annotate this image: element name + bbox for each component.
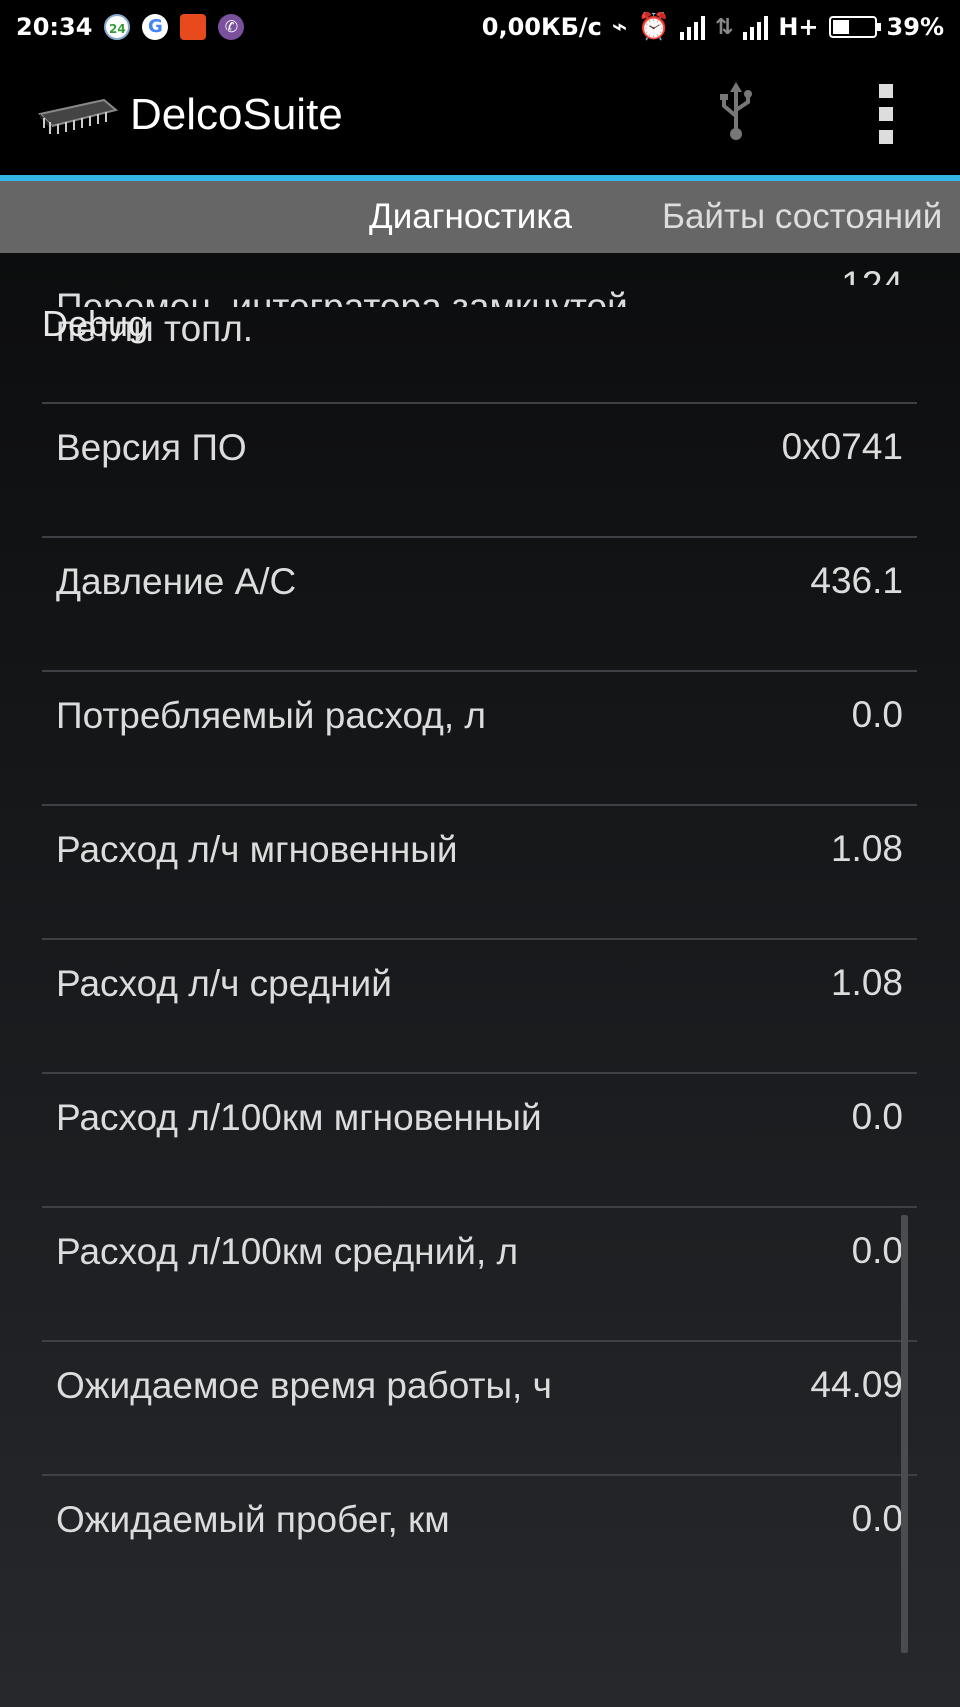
row-value: 124	[841, 264, 903, 285]
tab-status-bytes[interactable]: Байты состояний	[662, 181, 942, 253]
row-label: Расход л/100км средний, л	[56, 1231, 519, 1272]
tab-bar: Диагностика Байты состояний	[0, 181, 960, 253]
row-label: Расход л/100км мгновенный	[56, 1097, 542, 1138]
list-item[interactable]: Ожидаемое время работы, ч 44.09	[42, 1342, 917, 1476]
row-value: 0.0	[851, 1498, 903, 1539]
battery-percent: 39%	[886, 13, 944, 41]
battery-icon	[828, 16, 881, 38]
status-time: 20:34	[16, 13, 93, 41]
row-label: Давление A/C	[56, 561, 297, 602]
content-area: Debug Перемен. интегратора замкнутой пет…	[0, 253, 960, 1707]
signal-icon	[743, 14, 769, 40]
row-label: Версия ПО	[56, 427, 247, 468]
row-label: Потребляемый расход, л	[56, 695, 486, 736]
alarm-icon: ⏰	[637, 12, 670, 42]
viber-icon: ✆	[218, 14, 245, 40]
row-value: 1.08	[830, 962, 903, 1003]
network-speed: 0,00КБ/с	[481, 13, 602, 41]
list-item[interactable]: Потребляемый расход, л 0.0	[42, 672, 917, 806]
list-item[interactable]: Версия ПО 0x0741	[42, 404, 917, 538]
app-title: DelcoSuite	[130, 90, 343, 139]
row-label: Расход л/ч средний	[56, 963, 392, 1004]
status-bar-right: 0,00КБ/с ⌁ ⏰ ⇅ H+ 39%	[482, 12, 960, 42]
overflow-menu-icon[interactable]	[874, 84, 898, 144]
action-bar: DelcoSuite	[0, 54, 960, 176]
signal-icon	[679, 14, 705, 40]
parameter-list[interactable]: Перемен. интегратора замкнутой петли топ…	[42, 264, 917, 1610]
row-value: 436.1	[810, 560, 903, 601]
row-value: 0x0741	[781, 426, 903, 467]
aliexpress-icon	[180, 14, 207, 40]
list-item[interactable]: Ожидаемый пробег, км 0.0	[42, 1476, 917, 1610]
list-item[interactable]: Расход л/ч средний 1.08	[42, 940, 917, 1074]
row-value: 0.0	[851, 694, 903, 735]
network-type: H+	[778, 13, 819, 41]
tab-diagnostics[interactable]: Диагностика	[369, 181, 572, 253]
chip-icon	[34, 92, 119, 138]
vibrate-off-icon: ⌁	[611, 12, 628, 42]
list-item[interactable]: Перемен. интегратора замкнутой петли топ…	[42, 264, 917, 404]
data-transfer-icon: ⇅	[714, 14, 734, 40]
google-icon: G	[142, 14, 169, 40]
scrollbar[interactable]	[901, 1215, 908, 1653]
row-label: Расход л/ч мгновенный	[56, 829, 458, 870]
row-value: 0.0	[851, 1096, 903, 1137]
row-label: Ожидаемое время работы, ч	[56, 1365, 552, 1406]
debug-label: Debug	[42, 303, 149, 344]
row-value: 1.08	[830, 828, 903, 869]
list-item[interactable]: Расход л/ч мгновенный 1.08	[42, 806, 917, 940]
status-bar: 20:34 24 G ✆ 0,00КБ/с ⌁ ⏰ ⇅ H+ 39%	[0, 0, 960, 54]
row-value: 0.0	[851, 1230, 903, 1271]
status-bar-left: 20:34 24 G ✆	[0, 13, 245, 41]
list-item[interactable]: Давление A/C 436.1	[42, 538, 917, 672]
list-item[interactable]: Расход л/100км мгновенный 0.0	[42, 1074, 917, 1208]
usb-icon[interactable]	[716, 82, 756, 142]
list-item[interactable]: Расход л/100км средний, л 0.0	[42, 1208, 917, 1342]
row-value: 44.09	[810, 1364, 903, 1405]
24-news-icon: 24	[104, 14, 131, 40]
row-label: Ожидаемый пробег, км	[56, 1499, 450, 1540]
